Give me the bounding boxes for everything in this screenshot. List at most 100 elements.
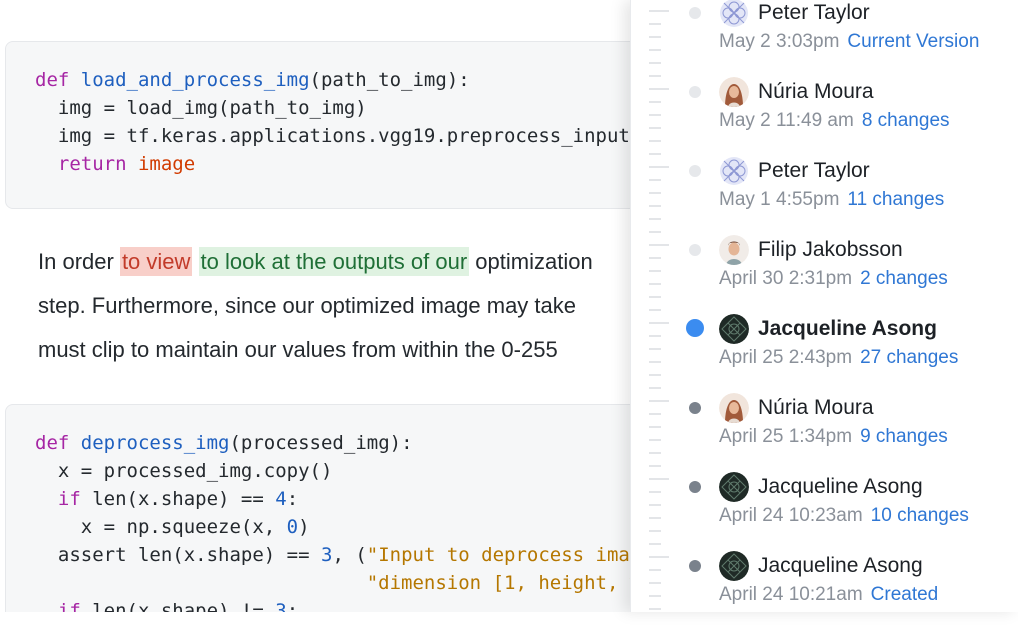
version-meta: May 2 11:49 am 8 changes <box>719 110 950 132</box>
code-token: def <box>35 69 81 91</box>
version-entry[interactable]: Núria Moura April 25 1:34pm 9 changes <box>631 393 1018 474</box>
code-line: if len(x.shape) != 3: <box>35 597 298 612</box>
author-name: Jacqueline Asong <box>758 554 923 577</box>
version-dot <box>689 86 701 98</box>
changes-link[interactable]: 10 changes <box>871 505 969 526</box>
code-token: ) <box>298 516 310 538</box>
author-name: Núria Moura <box>758 396 874 419</box>
code-token: 0 <box>286 516 299 538</box>
version-history-panel: Peter Taylor May 2 3:03pm Current Version N… <box>630 0 1018 612</box>
code-token: deprocess_img <box>80 432 230 454</box>
version-timestamp: May 1 4:55pm <box>719 189 840 210</box>
code-line: x = np.squeeze(x, 0) <box>35 513 310 541</box>
version-entry[interactable]: Jacqueline Asong April 24 10:23am 10 chang… <box>631 472 1018 553</box>
selected-version-dot <box>686 319 704 337</box>
code-line: def load_and_process_img(path_to_img): <box>35 66 470 94</box>
version-entry[interactable]: Núria Moura May 2 11:49 am 8 changes <box>631 77 1018 158</box>
code-token: : <box>286 488 299 510</box>
version-timestamp: April 30 2:31pm <box>719 268 853 289</box>
code-block[interactable]: def deprocess_img(processed_img): x = pr… <box>5 404 632 612</box>
avatar <box>719 235 749 265</box>
code-token: return <box>57 153 138 175</box>
author-name: Peter Taylor <box>758 159 870 182</box>
code-token: img = tf.keras.applications.vgg19.prepro… <box>35 125 632 147</box>
code-line: assert len(x.shape) == 3, ("Input to dep… <box>35 541 632 569</box>
changes-link[interactable]: 8 changes <box>862 110 950 131</box>
version-dot <box>689 244 701 256</box>
document-area: def load_and_process_img(path_to_img): i… <box>0 0 632 612</box>
code-token: x = np.squeeze(x, <box>35 516 287 538</box>
author-name: Filip Jakobsson <box>758 238 903 261</box>
avatar <box>719 156 749 186</box>
version-entry[interactable]: Jacqueline Asong April 24 10:21am Created <box>631 551 1018 632</box>
code-token: if <box>57 488 93 510</box>
version-timestamp: April 25 2:43pm <box>719 347 853 368</box>
text-run: optimization <box>469 249 593 274</box>
author-name: Peter Taylor <box>758 1 870 24</box>
code-token: len(x.shape) == <box>92 488 276 510</box>
code-line: img = load_img(path_to_img) <box>35 94 367 122</box>
code-token: "dimension [1, height, width, channel]" <box>366 572 632 594</box>
paragraph-line: must clip to maintain our values from wi… <box>38 337 558 362</box>
code-line: "dimension [1, height, width, channel]" <box>35 569 632 597</box>
changes-link[interactable]: 2 changes <box>860 268 948 289</box>
version-meta: May 1 4:55pm 11 changes <box>719 189 944 211</box>
paragraph-line: In order to view to look at the outputs … <box>38 240 593 284</box>
code-token: (path_to_img): <box>309 69 470 91</box>
code-token: def <box>35 432 81 454</box>
version-timestamp: April 25 1:34pm <box>719 426 853 447</box>
version-meta: April 24 10:21am Created <box>719 584 938 606</box>
version-meta: May 2 3:03pm Current Version <box>719 31 979 53</box>
changes-link[interactable]: 11 changes <box>847 189 944 210</box>
version-meta: April 25 1:34pm 9 changes <box>719 426 948 448</box>
version-entry[interactable]: Peter Taylor May 1 4:55pm 11 changes <box>631 156 1018 237</box>
version-dot <box>689 481 701 493</box>
paragraph-line: step. Furthermore, since our optimized i… <box>38 293 577 318</box>
version-entry[interactable]: Filip Jakobsson April 30 2:31pm 2 changes <box>631 235 1018 316</box>
version-timestamp: May 2 11:49 am <box>719 110 854 131</box>
code-token: load_and_process_img <box>80 69 310 91</box>
current-version-link[interactable]: Current Version <box>847 31 979 52</box>
version-meta: April 30 2:31pm 2 changes <box>719 268 948 290</box>
code-block[interactable]: def load_and_process_img(path_to_img): i… <box>5 41 632 209</box>
text-run: In order <box>38 249 120 274</box>
code-line: return image <box>35 150 195 178</box>
version-dot <box>689 402 701 414</box>
avatar <box>719 472 749 502</box>
version-timestamp: April 24 10:23am <box>719 505 863 526</box>
code-token: , ( <box>332 544 367 566</box>
code-token: assert len(x.shape) == <box>35 544 321 566</box>
code-token: if <box>57 600 93 612</box>
version-timestamp: May 2 3:03pm <box>719 31 840 52</box>
deleted-text: to view <box>119 247 193 276</box>
code-token: 3 <box>275 600 287 612</box>
changes-link[interactable]: 9 changes <box>860 426 948 447</box>
version-entry[interactable]: Peter Taylor May 2 3:03pm Current Version <box>631 0 1018 79</box>
code-token: image <box>137 153 196 175</box>
code-token: (processed_img): <box>229 432 413 454</box>
code-line: if len(x.shape) == 4: <box>35 485 298 513</box>
avatar <box>719 393 749 423</box>
version-entry[interactable]: Jacqueline Asong April 25 2:43pm 27 change… <box>631 314 1018 395</box>
version-dot <box>689 7 701 19</box>
avatar <box>719 314 749 344</box>
code-token: img = load_img(path_to_img) <box>35 97 367 119</box>
avatar <box>719 0 749 28</box>
author-name: Núria Moura <box>758 80 874 103</box>
code-token: x = processed_img.copy() <box>35 460 333 482</box>
avatar <box>719 77 749 107</box>
code-token: 4 <box>275 488 287 510</box>
version-meta: April 24 10:23am 10 changes <box>719 505 969 527</box>
code-line: x = processed_img.copy() <box>35 457 333 485</box>
author-name: Jacqueline Asong <box>758 317 937 340</box>
version-timestamp: April 24 10:21am <box>719 584 863 605</box>
code-line: def deprocess_img(processed_img): <box>35 429 413 457</box>
code-token: : <box>286 600 299 612</box>
inserted-text: to look at the outputs of our <box>198 247 470 276</box>
changes-link[interactable]: Created <box>871 584 939 605</box>
version-meta: April 25 2:43pm 27 changes <box>719 347 958 369</box>
changes-link[interactable]: 27 changes <box>860 347 958 368</box>
